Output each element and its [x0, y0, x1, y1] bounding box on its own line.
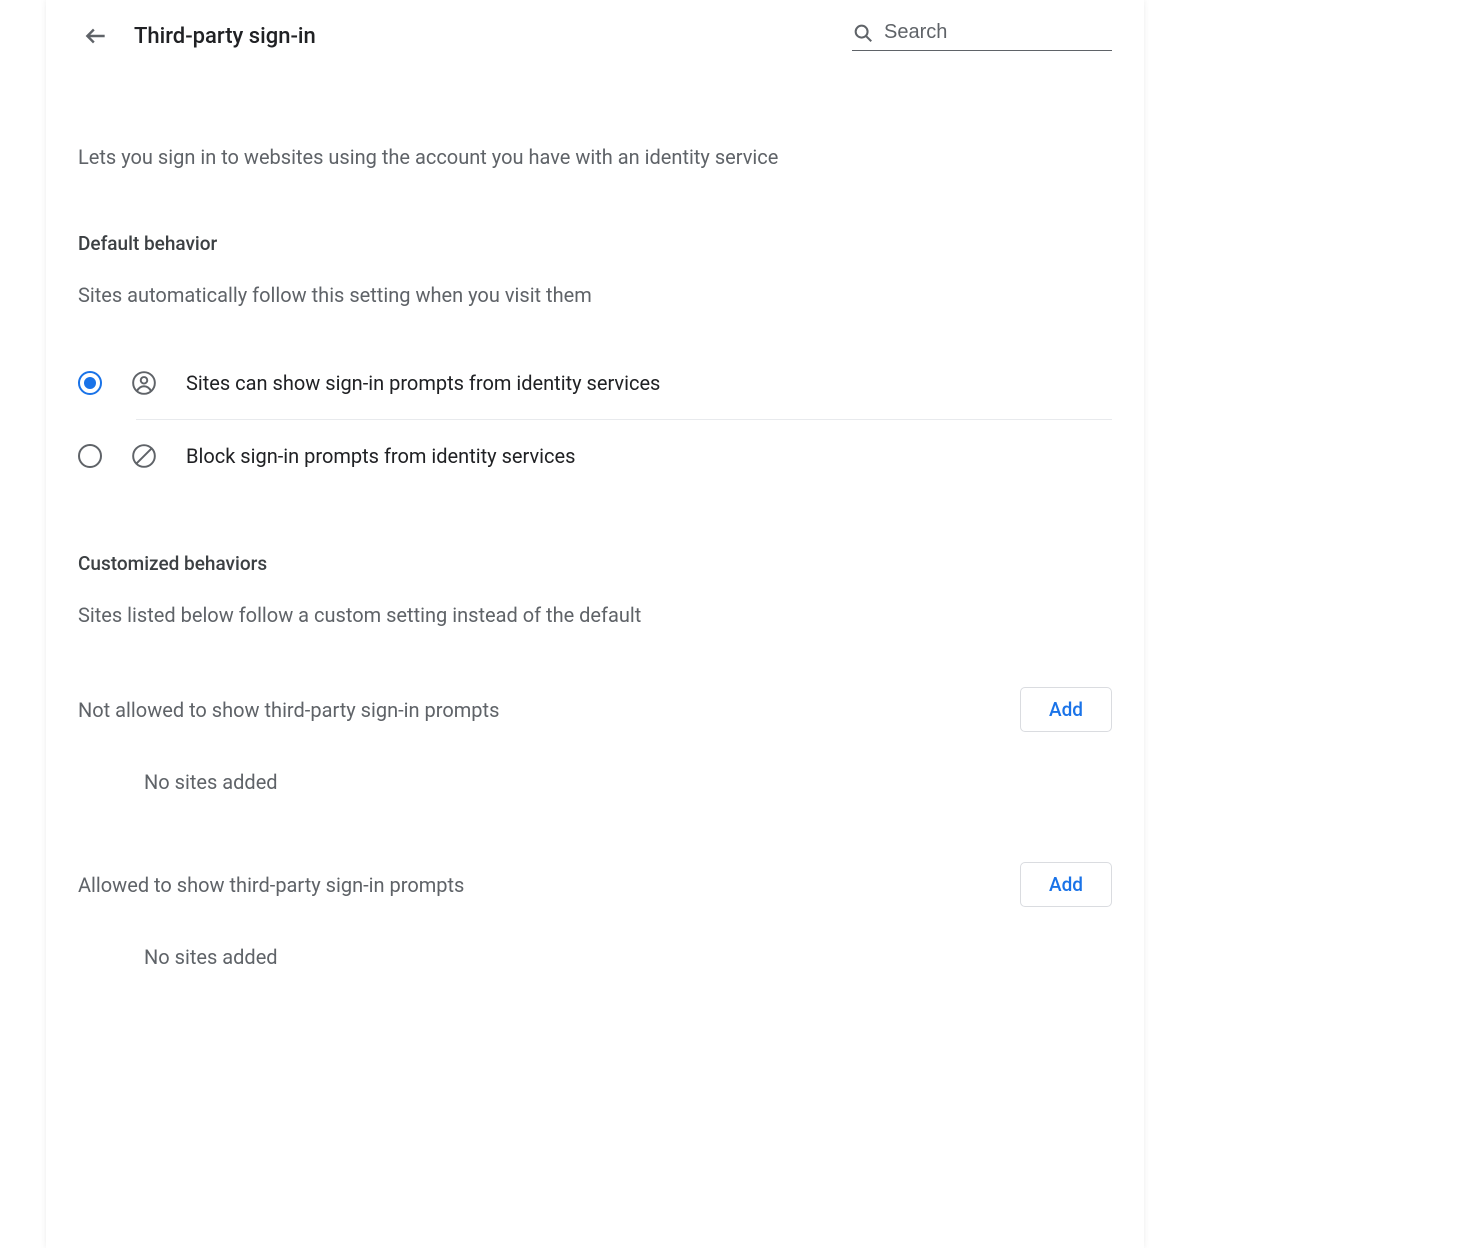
allowed-empty-text: No sites added [78, 927, 1112, 1017]
default-behavior-section: Default behavior Sites automatically fol… [78, 232, 1112, 492]
not-allowed-empty-text: No sites added [78, 752, 1112, 842]
customized-behaviors-subtitle: Sites listed below follow a custom setti… [78, 603, 1112, 627]
radio-block-label: Block sign-in prompts from identity serv… [186, 444, 575, 468]
customized-behaviors-section: Customized behaviors Sites listed below … [78, 552, 1112, 1017]
default-behavior-title: Default behavior [78, 232, 1112, 255]
block-icon [130, 442, 158, 470]
settings-card: Third-party sign-in Lets you sign in to … [46, 0, 1144, 1248]
header-row: Third-party sign-in [46, 0, 1144, 72]
search-input[interactable] [884, 21, 1112, 44]
not-allowed-section: Not allowed to show third-party sign-in … [78, 667, 1112, 842]
page-description: Lets you sign in to websites using the a… [78, 142, 1112, 172]
radio-group: Sites can show sign-in prompts from iden… [78, 347, 1112, 492]
customized-behaviors-title: Customized behaviors [78, 552, 1112, 575]
allowed-label: Allowed to show third-party sign-in prom… [78, 873, 464, 897]
not-allowed-label: Not allowed to show third-party sign-in … [78, 698, 499, 722]
radio-button-unselected[interactable] [78, 444, 102, 468]
add-not-allowed-button[interactable]: Add [1020, 687, 1112, 732]
arrow-left-icon [83, 23, 109, 49]
default-behavior-subtitle: Sites automatically follow this setting … [78, 283, 1112, 307]
allowed-section: Allowed to show third-party sign-in prom… [78, 842, 1112, 1017]
search-icon [852, 22, 874, 44]
radio-button-selected[interactable] [78, 371, 102, 395]
radio-block-prompts[interactable]: Block sign-in prompts from identity serv… [78, 420, 1112, 492]
person-circle-icon [130, 369, 158, 397]
radio-allow-label: Sites can show sign-in prompts from iden… [186, 371, 660, 395]
page-title: Third-party sign-in [134, 24, 316, 49]
add-allowed-button[interactable]: Add [1020, 862, 1112, 907]
search-container[interactable] [852, 21, 1112, 51]
back-button[interactable] [78, 18, 114, 54]
radio-allow-prompts[interactable]: Sites can show sign-in prompts from iden… [78, 347, 1112, 419]
